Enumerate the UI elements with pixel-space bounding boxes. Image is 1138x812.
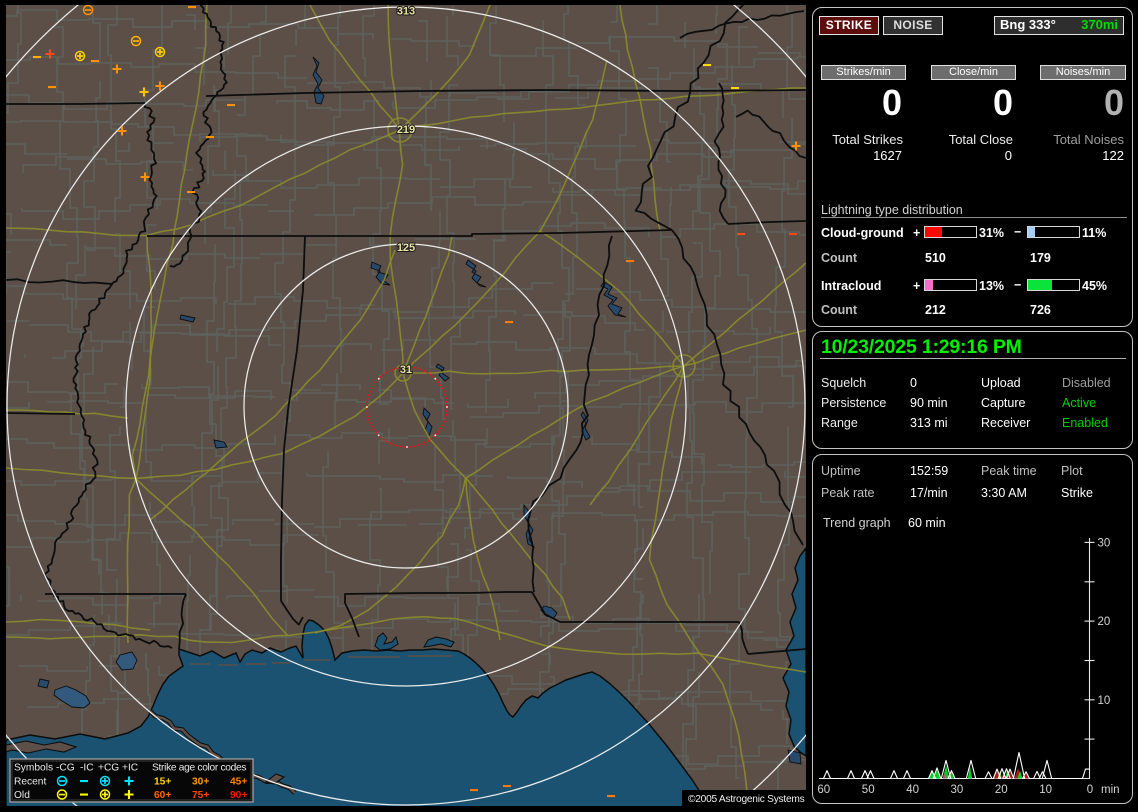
svg-text:20: 20 xyxy=(995,784,1008,796)
svg-text:Recent: Recent xyxy=(14,777,46,788)
svg-text:-IC: -IC xyxy=(80,763,94,774)
svg-text:10: 10 xyxy=(1098,695,1111,707)
svg-text:60: 60 xyxy=(817,784,830,796)
svg-text:30+: 30+ xyxy=(192,777,209,788)
svg-text:15+: 15+ xyxy=(154,777,171,788)
svg-text:45+: 45+ xyxy=(230,777,247,788)
svg-text:30: 30 xyxy=(1098,537,1111,549)
svg-text:Symbols: Symbols xyxy=(14,763,53,774)
svg-text:Old: Old xyxy=(14,790,30,801)
svg-text:+IC: +IC xyxy=(122,763,138,774)
svg-text:10: 10 xyxy=(1039,784,1052,796)
svg-text:50: 50 xyxy=(862,784,875,796)
svg-text:313: 313 xyxy=(397,6,415,18)
svg-text:90+: 90+ xyxy=(230,790,247,801)
svg-text:60+: 60+ xyxy=(154,790,171,801)
svg-text:125: 125 xyxy=(397,242,415,254)
svg-text:219: 219 xyxy=(397,124,415,136)
svg-text:0: 0 xyxy=(1087,784,1093,796)
svg-text:©2005 Astrogenic Systems: ©2005 Astrogenic Systems xyxy=(688,794,805,805)
svg-text:31: 31 xyxy=(400,364,412,376)
svg-text:30: 30 xyxy=(951,784,964,796)
svg-text:+CG: +CG xyxy=(98,763,119,774)
svg-text:min: min xyxy=(1101,784,1120,796)
svg-text:75+: 75+ xyxy=(192,790,209,801)
svg-text:40: 40 xyxy=(906,784,919,796)
svg-text:Strike age color codes: Strike age color codes xyxy=(152,763,246,774)
svg-text:20: 20 xyxy=(1098,616,1111,628)
svg-text:-CG: -CG xyxy=(56,763,75,774)
